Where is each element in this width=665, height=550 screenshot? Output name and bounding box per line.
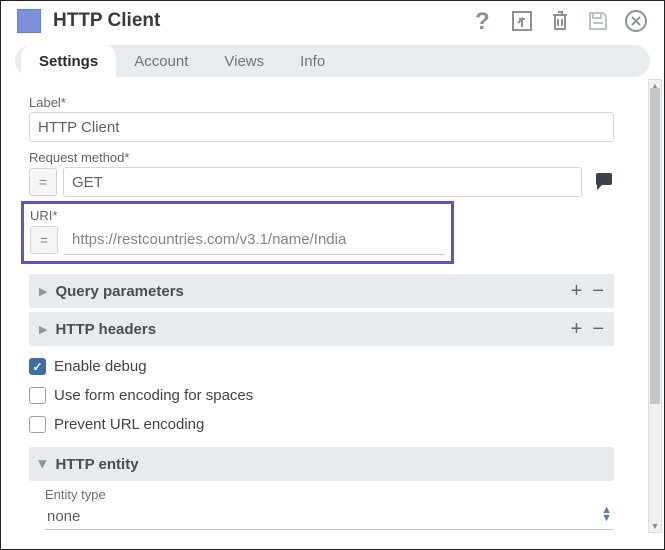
uri-expr-button[interactable]: = — [30, 226, 58, 254]
form-encoding-row[interactable]: Use form encoding for spaces — [29, 387, 614, 404]
uri-label: URI* — [30, 208, 445, 223]
save-icon[interactable] — [586, 9, 610, 33]
scroll-down-icon[interactable]: ▼ — [649, 520, 661, 532]
chevron-right-icon: ▶ — [39, 323, 47, 336]
tab-account[interactable]: Account — [116, 45, 206, 77]
prevent-url-checkbox[interactable] — [29, 416, 46, 433]
uri-highlight: URI* = — [21, 201, 454, 264]
export-icon[interactable] — [510, 9, 534, 33]
http-entity-title: HTTP entity — [55, 456, 604, 473]
close-icon[interactable] — [624, 9, 648, 33]
label-field-label: Label* — [29, 95, 614, 110]
header: HTTP Client ? — [1, 1, 664, 37]
tabs: Settings Account Views Info — [1, 45, 664, 77]
http-entity-section[interactable]: ▶ HTTP entity — [29, 447, 614, 481]
trash-icon[interactable] — [548, 9, 572, 33]
uri-input[interactable] — [64, 225, 445, 255]
remove-query-param-button[interactable]: − — [592, 281, 604, 301]
remove-header-button[interactable]: − — [592, 319, 604, 339]
enable-debug-label: Enable debug — [54, 358, 147, 375]
query-parameters-section[interactable]: ▶ Query parameters + − — [29, 274, 614, 308]
request-method-label: Request method* — [29, 150, 614, 165]
tab-info[interactable]: Info — [282, 45, 343, 77]
chevron-right-icon: ▶ — [39, 285, 47, 298]
label-input[interactable] — [29, 112, 614, 142]
scroll-thumb[interactable] — [650, 88, 660, 404]
header-title: HTTP Client — [53, 10, 472, 32]
tab-views[interactable]: Views — [206, 45, 282, 77]
header-actions: ? — [472, 9, 648, 33]
prevent-url-label: Prevent URL encoding — [54, 416, 204, 433]
scrollbar[interactable]: ▲ ▼ — [648, 79, 662, 533]
svg-text:?: ? — [475, 9, 490, 33]
entity-type-value: none — [47, 508, 80, 525]
content: Label* Request method* = URI* = ▶ Query … — [1, 77, 664, 535]
add-header-button[interactable]: + — [571, 319, 583, 339]
add-query-param-button[interactable]: + — [571, 281, 583, 301]
request-method-input[interactable] — [63, 167, 582, 197]
enable-debug-checkbox[interactable]: ✓ — [29, 358, 46, 375]
http-headers-section[interactable]: ▶ HTTP headers + − — [29, 312, 614, 346]
entity-type-select[interactable]: none ▲▼ — [45, 504, 614, 530]
chevron-down-icon: ▶ — [37, 460, 50, 468]
help-icon[interactable]: ? — [472, 9, 496, 33]
query-parameters-title: Query parameters — [55, 283, 570, 300]
request-method-expr-button[interactable]: = — [29, 168, 57, 196]
select-arrows-icon: ▲▼ — [601, 506, 612, 522]
enable-debug-row[interactable]: ✓ Enable debug — [29, 358, 614, 375]
prevent-url-row[interactable]: Prevent URL encoding — [29, 416, 614, 433]
app-icon — [17, 9, 41, 33]
comment-icon[interactable] — [594, 173, 614, 191]
tab-settings[interactable]: Settings — [21, 45, 116, 77]
http-headers-title: HTTP headers — [55, 321, 570, 338]
entity-type-field: Entity type none ▲▼ — [29, 481, 614, 530]
form-encoding-checkbox[interactable] — [29, 387, 46, 404]
entity-type-label: Entity type — [45, 487, 614, 502]
form-encoding-label: Use form encoding for spaces — [54, 387, 253, 404]
